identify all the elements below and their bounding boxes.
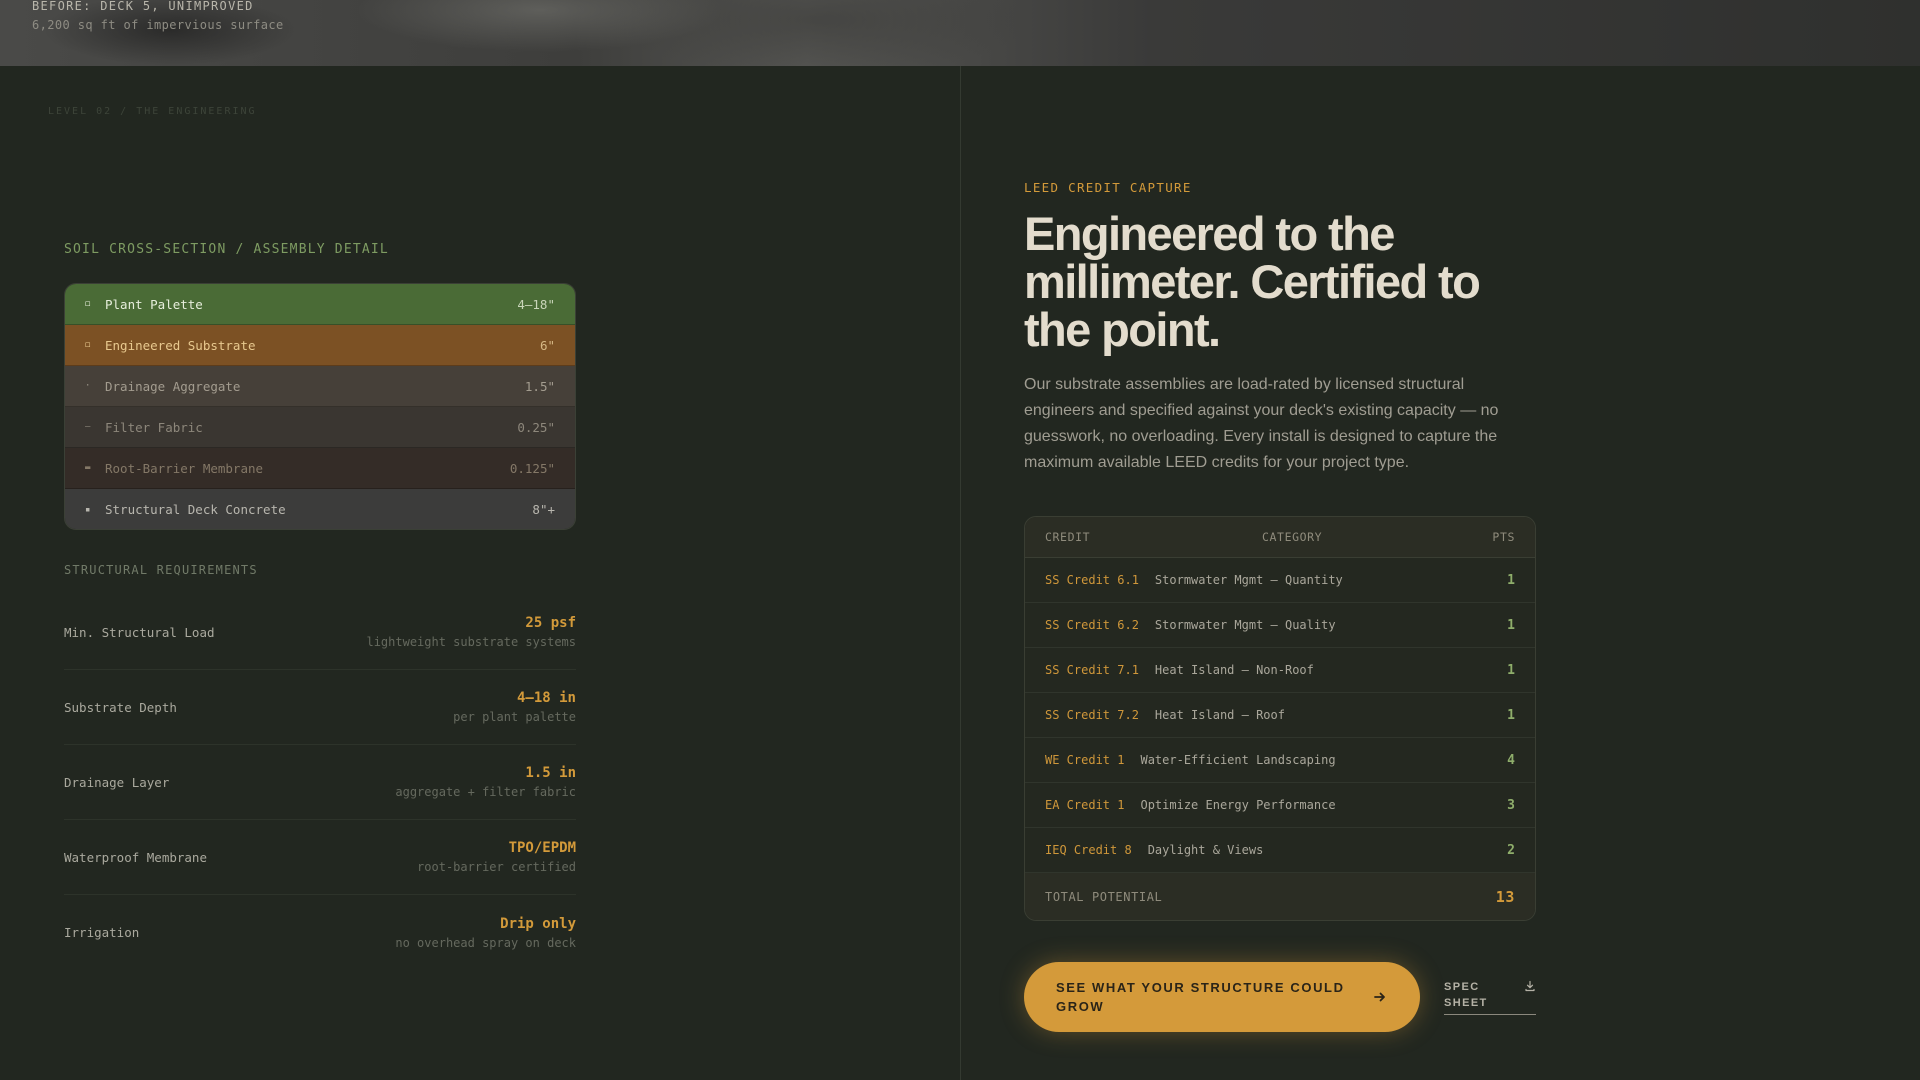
credit-code: SS Credit 6.2: [1045, 618, 1139, 632]
layer-depth: 4–18": [517, 296, 555, 312]
layer-depth: 1.5": [524, 378, 555, 394]
requirement-row: Waterproof Membrane TPO/EPDM root-barrie…: [64, 820, 576, 895]
soil-section-title: SOIL CROSS-SECTION / ASSEMBLY DETAIL: [64, 242, 389, 257]
page-headline: Engineered to the millimeter. Certified …: [1024, 207, 1481, 356]
layer-name: Root-Barrier Membrane: [105, 460, 264, 476]
credit-category: Daylight & Views: [1147, 843, 1264, 857]
requirement-note: no overhead spray on deck: [395, 935, 576, 950]
requirement-note: aggregate + filter fabric: [395, 785, 576, 799]
soil-layer-root-barrier: ▬ Root-Barrier Membrane 0.125": [65, 448, 575, 489]
requirement-value: 1.5 in: [525, 765, 576, 781]
credit-code: SS Credit 7.2: [1045, 708, 1139, 722]
level-label: LEVEL 02 / THE ENGINEERING: [48, 106, 257, 117]
table-row: WE Credit 1 Water-Efficient Landscaping …: [1025, 738, 1535, 783]
credit-points: 1: [1507, 617, 1515, 633]
requirement-note: root-barrier certified: [417, 860, 576, 874]
requirement-label: Waterproof Membrane: [64, 849, 207, 865]
credit-category: Heat Island — Roof: [1154, 708, 1285, 722]
requirement-label: Min. Structural Load: [64, 624, 215, 640]
soil-cross-section: ◻ Plant Palette 4–18" ◻ Engineered Subst…: [64, 283, 576, 530]
leed-eyebrow: LEED CREDIT CAPTURE: [1024, 180, 1192, 195]
table-row: SS Credit 6.2 Stormwater Mgmt — Quality …: [1025, 603, 1535, 648]
layer-name: Plant Palette: [105, 296, 203, 312]
requirement-note: per plant palette: [453, 710, 576, 724]
credit-category: Heat Island — Non-Roof: [1154, 663, 1314, 677]
requirement-value: Drip only: [500, 915, 576, 932]
requirement-row: Irrigation Drip only no overhead spray o…: [64, 895, 576, 970]
requirement-row: Min. Structural Load 25 psf lightweight …: [64, 595, 576, 670]
credit-code: EA Credit 1: [1045, 798, 1125, 812]
credit-points: 2: [1507, 842, 1515, 858]
structural-requirements-list: Min. Structural Load 25 psf lightweight …: [64, 595, 576, 970]
credit-code: IEQ Credit 8: [1045, 843, 1132, 857]
soil-layer-filter-fabric: — Filter Fabric 0.25": [65, 407, 575, 448]
layer-marker-icon: —: [85, 422, 91, 432]
cta-label: SEE WHAT YOUR STRUCTURE COULD GROW: [1056, 980, 1345, 1014]
layer-marker-icon: ·: [85, 381, 91, 391]
layer-marker-icon: ◻: [85, 340, 91, 350]
requirement-label: Substrate Depth: [64, 699, 177, 715]
layer-name: Filter Fabric: [105, 419, 203, 435]
layer-depth: 8"+: [532, 502, 555, 517]
table-header: CREDIT CATEGORY PTS: [1025, 517, 1535, 558]
credit-code: SS Credit 6.1: [1045, 573, 1139, 587]
layer-marker-icon: ▬: [85, 463, 91, 473]
column-header-credit: CREDIT: [1045, 530, 1091, 544]
table-total-row: TOTAL POTENTIAL 13: [1025, 873, 1535, 920]
credit-points: 4: [1507, 752, 1515, 768]
hero-image-strip: BEFORE: DECK 5, UNIMPROVED 6,200 sq ft o…: [0, 0, 1920, 66]
total-value: 13: [1495, 888, 1515, 906]
credit-category: Stormwater Mgmt — Quantity: [1154, 573, 1343, 587]
table-row: SS Credit 6.1 Stormwater Mgmt — Quantity…: [1025, 558, 1535, 603]
spec-sheet-link[interactable]: SPEC SHEET: [1444, 979, 1536, 1015]
table-row: EA Credit 1 Optimize Energy Performance …: [1025, 783, 1535, 828]
requirement-value: TPO/EPDM: [508, 840, 576, 856]
credit-points: 1: [1507, 662, 1515, 678]
cta-button[interactable]: SEE WHAT YOUR STRUCTURE COULD GROW: [1024, 962, 1420, 1032]
layer-depth: 6": [539, 337, 555, 353]
download-icon: [1525, 980, 1535, 992]
leed-credit-table: CREDIT CATEGORY PTS SS Credit 6.1 Stormw…: [1024, 516, 1536, 921]
credit-category: Optimize Energy Performance: [1140, 798, 1336, 812]
credit-points: 1: [1507, 572, 1515, 588]
credit-category: Stormwater Mgmt — Quality: [1154, 618, 1336, 632]
layer-depth: 0.25": [517, 419, 555, 435]
credit-code: WE Credit 1: [1045, 753, 1125, 767]
layer-marker-icon: ◻: [85, 299, 91, 309]
credit-points: 1: [1507, 707, 1515, 723]
layer-name: Structural Deck Concrete: [105, 502, 286, 517]
table-row: SS Credit 7.1 Heat Island — Non-Roof 1: [1025, 648, 1535, 693]
layer-name: Drainage Aggregate: [105, 378, 241, 394]
table-row: IEQ Credit 8 Daylight & Views 2: [1025, 828, 1535, 873]
column-divider: [960, 66, 961, 1080]
structural-requirements-title: STRUCTURAL REQUIREMENTS: [64, 563, 258, 577]
credit-points: 3: [1507, 797, 1515, 813]
hero-subcaption: 6,200 sq ft of impervious surface: [32, 18, 284, 32]
arrow-right-icon: [1374, 992, 1385, 1002]
soil-layer-deck-concrete: ▪ Structural Deck Concrete 8"+: [65, 489, 575, 529]
soil-layer-engineered-substrate: ◻ Engineered Substrate 6": [65, 325, 575, 366]
soil-layer-drainage-aggregate: · Drainage Aggregate 1.5": [65, 366, 575, 407]
credit-category: Water-Efficient Landscaping: [1140, 753, 1336, 767]
requirement-label: Irrigation: [64, 925, 140, 940]
requirement-value: 4–18 in: [516, 690, 576, 706]
requirement-label: Drainage Layer: [64, 774, 170, 790]
layer-marker-icon: ▪: [85, 504, 91, 515]
column-header-pts: PTS: [1492, 530, 1515, 544]
hero-caption: BEFORE: DECK 5, UNIMPROVED: [32, 0, 254, 13]
requirement-note: lightweight substrate systems: [366, 635, 576, 649]
column-header-category: CATEGORY: [1262, 530, 1323, 544]
credit-code: SS Credit 7.1: [1045, 663, 1139, 677]
layer-depth: 0.125": [509, 460, 555, 476]
requirement-row: Drainage Layer 1.5 in aggregate + filter…: [64, 745, 576, 820]
total-label: TOTAL POTENTIAL: [1045, 890, 1163, 904]
spec-sheet-label: SPEC SHEET: [1444, 981, 1488, 1009]
table-row: SS Credit 7.2 Heat Island — Roof 1: [1025, 693, 1535, 738]
leed-body-copy: Our substrate assemblies are load-rated …: [1024, 376, 1499, 471]
layer-name: Engineered Substrate: [105, 337, 256, 353]
requirement-row: Substrate Depth 4–18 in per plant palett…: [64, 670, 576, 745]
soil-layer-plant-palette: ◻ Plant Palette 4–18": [65, 284, 575, 325]
requirement-value: 25 psf: [525, 615, 576, 631]
